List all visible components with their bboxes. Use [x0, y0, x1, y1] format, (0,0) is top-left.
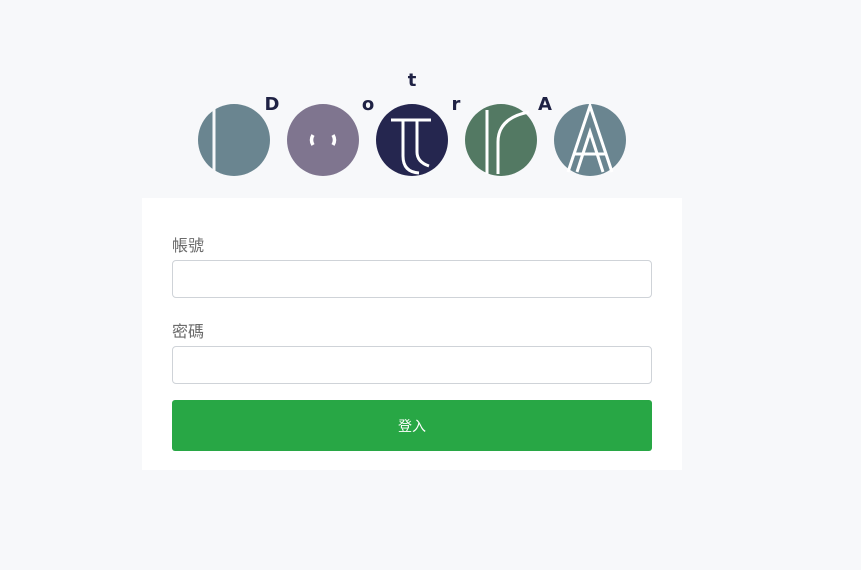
dotra-logo-graphic: D o t r A [198, 70, 626, 176]
logo-circle-line-icon [198, 104, 270, 176]
logo-letter-r: r [452, 94, 461, 115]
logo-letter-t: t [408, 70, 417, 91]
password-label: 密碼 [172, 322, 205, 341]
logo-letter-d: D [265, 94, 280, 115]
logo-circle-brackets-icon [287, 104, 359, 176]
dotra-logo: D o t r A [195, 66, 631, 180]
logo-circle-t-icon [376, 104, 448, 176]
password-input[interactable] [172, 346, 652, 384]
logo-circle-r-icon [465, 104, 537, 176]
login-button[interactable]: 登入 [172, 400, 652, 451]
logo-letter-a: A [538, 94, 552, 115]
logo-letter-o: o [362, 94, 374, 115]
account-label: 帳號 [172, 236, 205, 255]
login-page: D o t r A 帳號 密碼 登入 [0, 0, 861, 570]
login-form-card: 帳號 密碼 登入 [142, 198, 682, 470]
account-input[interactable] [172, 260, 652, 298]
logo-circle-a-icon [554, 101, 626, 176]
